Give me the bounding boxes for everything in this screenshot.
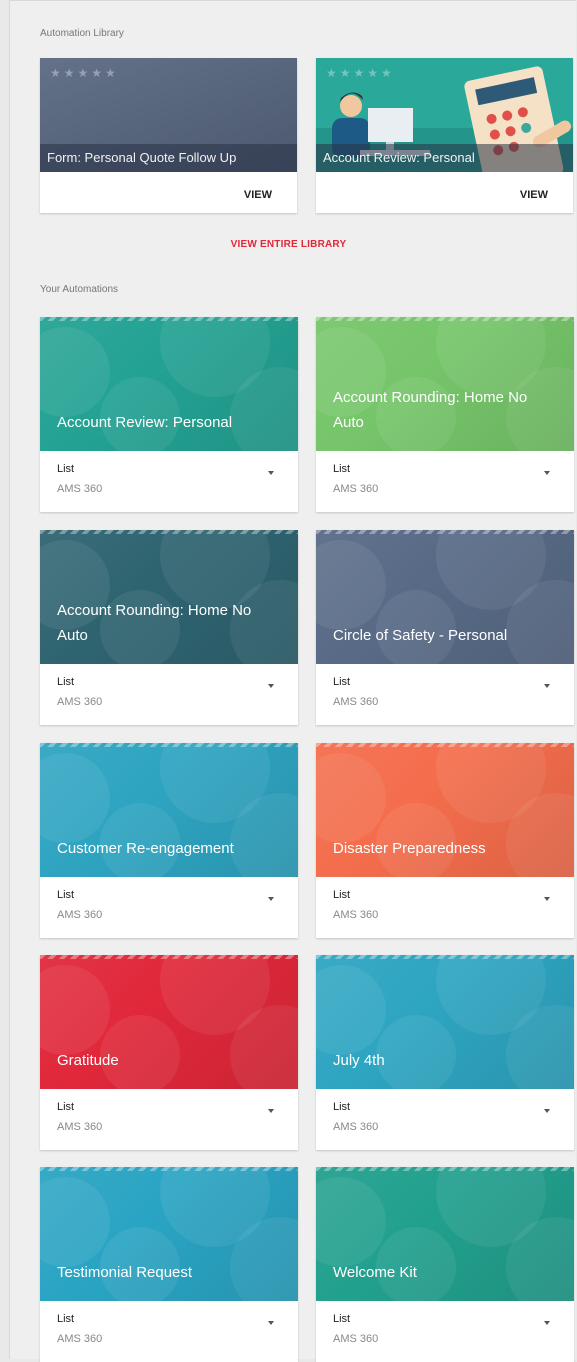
automation-source: AMS 360 [57, 1333, 103, 1345]
automation-card[interactable]: Customer Re-engagement List AMS 360 [40, 743, 298, 938]
automation-card[interactable]: Disaster Preparedness List AMS 360 [316, 743, 574, 938]
dropdown-arrow-icon[interactable] [544, 1109, 550, 1113]
automation-title: Account Rounding: Home No Auto [333, 389, 528, 431]
automation-card[interactable]: Account Rounding: Home No Auto List AMS 36… [316, 317, 574, 512]
automation-card[interactable]: July 4th List AMS 360 [316, 955, 574, 1150]
automation-card-image: Customer Re-engagement [40, 743, 298, 877]
dropdown-arrow-icon[interactable] [544, 471, 550, 475]
automation-source: AMS 360 [57, 696, 103, 708]
automation-type: List [57, 463, 75, 475]
automation-source: AMS 360 [57, 909, 103, 921]
view-button[interactable]: VIEW [520, 189, 548, 201]
rating-stars: ★★★★★ [326, 66, 395, 80]
automation-card-image: Welcome Kit [316, 1167, 574, 1301]
automation-type: List [57, 1313, 75, 1325]
automation-title: Customer Re-engagement [57, 840, 234, 857]
view-entire-library-link[interactable]: VIEW ENTIRE LIBRARY [0, 239, 577, 250]
automation-title: Account Review: Personal [57, 414, 233, 431]
automation-type: List [57, 889, 75, 901]
automation-card[interactable]: Circle of Safety - Personal List AMS 360 [316, 530, 574, 725]
view-button[interactable]: VIEW [244, 189, 272, 201]
automations-section-title: Your Automations [40, 284, 119, 295]
rating-stars: ★★★★★ [50, 66, 119, 80]
automation-card-image: Account Rounding: Home No Auto [40, 530, 298, 664]
automation-title: Welcome Kit [333, 1264, 417, 1281]
automation-type: List [333, 463, 351, 475]
automation-type: List [333, 1313, 351, 1325]
dropdown-arrow-icon[interactable] [268, 1321, 274, 1325]
automation-source: AMS 360 [333, 1333, 379, 1345]
dropdown-arrow-icon[interactable] [268, 897, 274, 901]
dropdown-arrow-icon[interactable] [544, 1321, 550, 1325]
library-card-image: ★★★★★ Form: Personal Quote Follow Up [40, 58, 297, 172]
dropdown-arrow-icon[interactable] [268, 471, 274, 475]
automation-type: List [333, 1101, 351, 1113]
automation-card[interactable]: Testimonial Request List AMS 360 [40, 1167, 298, 1362]
automation-card-image: Gratitude [40, 955, 298, 1089]
library-card-caption: Account Review: Personal [316, 144, 573, 172]
dropdown-arrow-icon[interactable] [268, 684, 274, 688]
automation-card-image: Account Review: Personal [40, 317, 298, 451]
automation-card-image: Disaster Preparedness [316, 743, 574, 877]
automation-title: Account Rounding: Home No Auto [57, 602, 252, 644]
library-section-title: Automation Library [40, 28, 124, 39]
automation-title: Circle of Safety - Personal [333, 627, 508, 644]
automation-type: List [57, 676, 75, 688]
automation-card-image: Testimonial Request [40, 1167, 298, 1301]
automation-source: AMS 360 [333, 696, 379, 708]
dropdown-arrow-icon[interactable] [268, 1109, 274, 1113]
dropdown-arrow-icon[interactable] [544, 684, 550, 688]
automation-source: AMS 360 [333, 483, 379, 495]
automation-card[interactable]: Account Review: Personal List AMS 360 [40, 317, 298, 512]
automation-card-image: July 4th [316, 955, 574, 1089]
automation-title: Gratitude [57, 1052, 119, 1069]
dropdown-arrow-icon[interactable] [544, 897, 550, 901]
automation-source: AMS 360 [333, 909, 379, 921]
automation-card-image: Account Rounding: Home No Auto [316, 317, 574, 451]
automation-source: AMS 360 [333, 1121, 379, 1133]
library-card-caption: Form: Personal Quote Follow Up [40, 144, 297, 172]
automation-type: List [333, 889, 351, 901]
automation-source: AMS 360 [57, 1121, 103, 1133]
automation-card[interactable]: Gratitude List AMS 360 [40, 955, 298, 1150]
library-card[interactable]: ★★★★★ Account Review: Personal VIEW [316, 58, 573, 213]
automation-title: Disaster Preparedness [333, 840, 486, 857]
automation-type: List [57, 1101, 75, 1113]
library-card[interactable]: ★★★★★ Form: Personal Quote Follow Up VIE… [40, 58, 297, 213]
automation-title: Testimonial Request [57, 1264, 193, 1281]
automation-title: July 4th [333, 1052, 385, 1069]
automation-type: List [333, 676, 351, 688]
automation-source: AMS 360 [57, 483, 103, 495]
automation-card[interactable]: Welcome Kit List AMS 360 [316, 1167, 574, 1362]
library-card-image: ★★★★★ Account Review: Personal [316, 58, 573, 172]
automation-card-image: Circle of Safety - Personal [316, 530, 574, 664]
automation-card[interactable]: Account Rounding: Home No Auto List AMS 36… [40, 530, 298, 725]
